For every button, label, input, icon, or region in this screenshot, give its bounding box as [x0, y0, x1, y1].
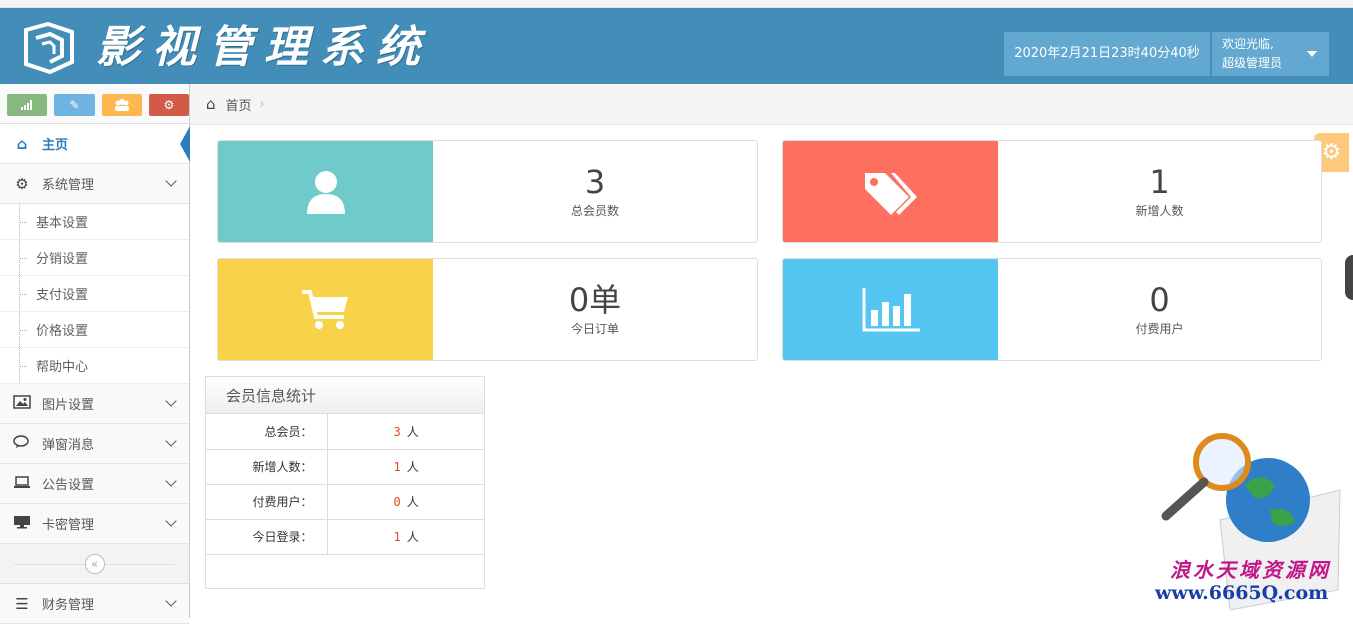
sidebar-item-system[interactable]: ⚙ 系统管理	[0, 164, 189, 204]
user-icon	[306, 170, 345, 214]
pencil-icon: ✎	[69, 98, 80, 112]
stat-value: 0	[393, 495, 401, 509]
sidebar-item-home[interactable]: ⌂ 主页	[0, 124, 190, 164]
breadcrumb: ⌂ 首页 ›	[190, 84, 1353, 125]
user-menu[interactable]: 欢迎光临, 超级管理员	[1212, 32, 1329, 76]
table-row: 新增人数： 1人	[206, 449, 484, 485]
member-stats-table: 总会员： 3人 新增人数： 1人 付费用户： 0人 今日登录： 1人	[206, 414, 484, 555]
signal-icon	[21, 100, 33, 110]
stat-card-paid-users: 0 付费用户	[782, 258, 1322, 361]
comments-icon	[12, 434, 32, 453]
member-stats-panel: 会员信息统计 总会员： 3人 新增人数： 1人 付费用户： 0人 今日登录： 1…	[205, 376, 485, 589]
shortcut-signal-button[interactable]	[7, 94, 48, 116]
desktop-icon	[12, 515, 32, 533]
cogs-icon: ⚙	[163, 98, 175, 112]
cogs-icon: ⚙	[15, 174, 29, 193]
app-header: 影 视 管 理 系 统 2020年2月21日23时40分40秒 欢迎光临, 超级…	[0, 8, 1353, 84]
breadcrumb-home-link[interactable]: 首页	[226, 95, 252, 114]
stat-card-label: 今日订单	[570, 322, 619, 336]
list-icon: ☰	[15, 594, 29, 613]
stat-value: 3	[393, 424, 401, 439]
shortcut-cogs-button[interactable]: ⚙	[148, 94, 189, 116]
stat-card-icon-panel	[218, 259, 433, 360]
stat-key: 总会员：	[206, 414, 328, 450]
logo-icon	[24, 22, 74, 74]
datetime-display: 2020年2月21日23时40分40秒	[1004, 32, 1210, 76]
laptop-icon	[12, 475, 32, 493]
stat-value: 1	[393, 530, 401, 544]
home-icon: ⌂	[16, 134, 28, 153]
stat-card-value: 0	[1149, 281, 1170, 319]
users-icon	[114, 99, 129, 111]
stat-value: 1	[393, 460, 401, 474]
table-row: 总会员： 3人	[206, 414, 484, 450]
sidebar-item-finance[interactable]: ☰ 财务管理	[0, 584, 189, 624]
side-tab-edge	[1345, 255, 1353, 300]
stat-card-today-orders: 0单 今日订单	[217, 258, 758, 361]
stat-key: 新增人数：	[206, 449, 328, 485]
stat-unit: 人	[406, 530, 419, 544]
shortcut-bar: ✎ ⚙	[0, 84, 189, 124]
stat-unit: 人	[406, 495, 419, 509]
member-stats-title: 会员信息统计	[206, 377, 484, 414]
chevron-down-icon	[165, 435, 177, 447]
tags-icon	[864, 172, 917, 215]
chevron-down-icon	[165, 515, 177, 527]
sidebar-subitem-payment[interactable]: 支付设置	[0, 276, 189, 312]
sidebar-collapse-row: «	[0, 544, 189, 584]
gear-icon: ⚙	[1321, 140, 1342, 165]
shortcut-pencil-button[interactable]: ✎	[54, 94, 95, 116]
stat-unit: 人	[406, 424, 419, 439]
cart-icon	[301, 289, 348, 329]
home-icon: ⌂	[206, 95, 216, 113]
breadcrumb-separator: ›	[259, 96, 265, 112]
stat-key: 今日登录：	[206, 519, 328, 555]
stat-card-label: 总会员数	[570, 204, 619, 218]
chevron-down-icon	[165, 175, 177, 187]
sidebar-item-notice[interactable]: 公告设置	[0, 464, 189, 504]
table-row: 付费用户： 0人	[206, 484, 484, 520]
stat-card-label: 新增人数	[1135, 204, 1184, 218]
sidebar-item-popup[interactable]: 弹窗消息	[0, 424, 189, 464]
stat-card-label: 付费用户	[1135, 322, 1184, 336]
app-title: 影 视 管 理 系 统	[96, 22, 422, 73]
stat-card-icon-panel	[783, 141, 998, 242]
sidebar-subitem-price[interactable]: 价格设置	[0, 312, 189, 348]
sidebar: ✎ ⚙ ⌂ 主页 ⚙ 系统管理 基本设置 分销设置 支付设置 价格设置 帮助中心…	[0, 84, 190, 624]
chevron-down-icon	[165, 475, 177, 487]
stat-card-value: 0单	[568, 281, 622, 319]
sidebar-subitem-basic[interactable]: 基本设置	[0, 204, 189, 240]
shortcut-users-button[interactable]	[101, 94, 142, 116]
stat-card-icon-panel	[218, 141, 433, 242]
table-row: 今日登录： 1人	[206, 519, 484, 555]
browser-top-strip	[0, 0, 1353, 8]
stat-unit: 人	[406, 460, 419, 474]
watermark-text: 浪水天域资源网	[1170, 558, 1331, 582]
stat-card-value: 1	[1149, 163, 1170, 201]
sidebar-item-card[interactable]: 卡密管理	[0, 504, 189, 544]
stat-key: 付费用户：	[206, 484, 328, 520]
watermark-url: www.6665Q.com	[1155, 582, 1329, 604]
sidebar-subitem-help[interactable]: 帮助中心	[0, 348, 189, 384]
stat-card-value: 3	[584, 163, 606, 201]
chevron-down-icon	[165, 395, 177, 407]
chevron-down-icon	[165, 595, 177, 607]
sidebar-item-picture[interactable]: 图片设置	[0, 384, 189, 424]
caret-down-icon	[1307, 51, 1317, 57]
stat-card-icon-panel	[783, 259, 998, 360]
stat-card-total-members: 3 总会员数	[217, 140, 758, 243]
sidebar-subitem-distribution[interactable]: 分销设置	[0, 240, 189, 276]
bar-chart-icon	[862, 287, 920, 331]
sidebar-collapse-button[interactable]: «	[84, 553, 105, 574]
stat-card-new-members: 1 新增人数	[782, 140, 1322, 243]
picture-icon	[12, 394, 32, 413]
